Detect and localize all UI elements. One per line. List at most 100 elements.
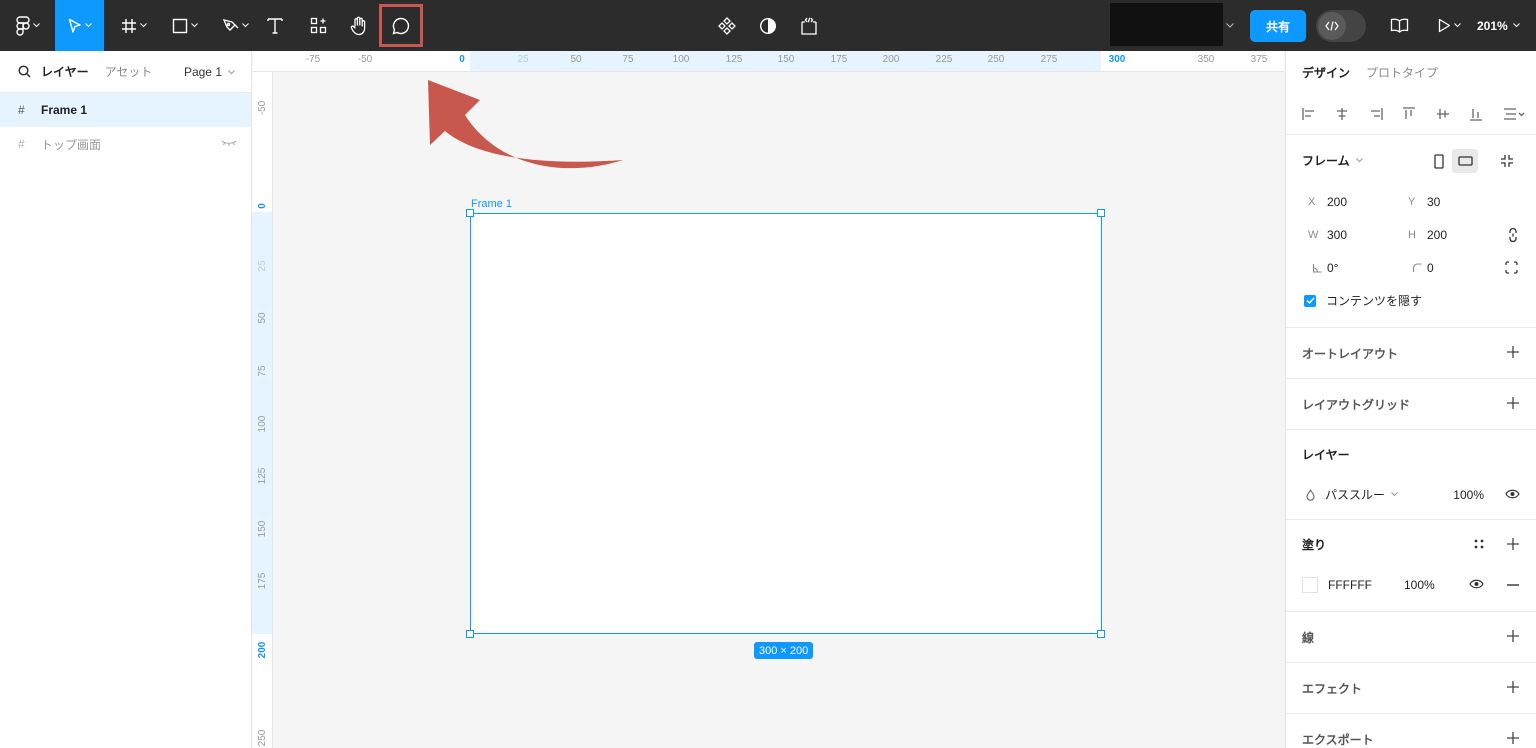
export-title: エクスポート: [1302, 732, 1374, 747]
tab-layers[interactable]: レイヤー: [41, 63, 89, 80]
w-input[interactable]: 300: [1327, 228, 1408, 242]
ruler-tick: 0: [257, 203, 268, 209]
align-horizontal-center-button[interactable]: [1335, 107, 1368, 121]
independent-corners-icon[interactable]: [1505, 261, 1518, 274]
align-left-button[interactable]: [1302, 107, 1335, 121]
eye-closed-icon[interactable]: [221, 139, 237, 147]
figma-menu-icon: [16, 15, 30, 36]
align-right-button[interactable]: [1369, 107, 1402, 121]
x-label: X: [1308, 195, 1316, 208]
toolbar: 共有 201%: [0, 0, 1536, 51]
frame-tool-button[interactable]: [114, 0, 154, 51]
play-icon: [1438, 18, 1450, 33]
library-button[interactable]: [1386, 0, 1412, 51]
ruler-tick: 200: [257, 641, 268, 659]
present-button[interactable]: [1432, 0, 1466, 51]
plus-icon[interactable]: [1506, 731, 1520, 745]
layer-item-frame-1[interactable]: # Frame 1: [0, 93, 251, 127]
stroke-section: 線: [1286, 612, 1536, 663]
hand-tool-icon: [350, 16, 366, 35]
tab-prototype[interactable]: プロトタイプ: [1366, 64, 1438, 81]
layer-item-top-screen[interactable]: # トップ画面: [0, 127, 251, 161]
dev-code-button[interactable]: [796, 0, 822, 51]
size-row: W 300 H 200: [1286, 218, 1536, 251]
portrait-icon: [1434, 153, 1444, 169]
share-button[interactable]: 共有: [1250, 10, 1306, 42]
w-label: W: [1308, 228, 1319, 241]
align-bottom-button[interactable]: [1469, 107, 1502, 121]
eye-icon[interactable]: [1505, 489, 1520, 499]
effects-section: エフェクト: [1286, 663, 1536, 714]
ruler-tick: 225: [935, 54, 953, 65]
plus-icon[interactable]: [1506, 345, 1520, 359]
create-component-button[interactable]: [714, 0, 740, 51]
y-input[interactable]: 30: [1427, 195, 1508, 209]
styles-grid-icon[interactable]: [1474, 539, 1484, 549]
tab-assets[interactable]: アセット: [105, 63, 153, 80]
pen-tool-button[interactable]: [215, 0, 255, 51]
checkmark-icon: [1305, 297, 1315, 304]
layer-label: Frame 1: [41, 103, 88, 117]
clip-content-checkbox[interactable]: [1304, 294, 1316, 307]
corner-radius-input[interactable]: 0: [1427, 261, 1508, 275]
frame-section-header: フレーム: [1286, 135, 1536, 185]
distribute-button[interactable]: [1503, 107, 1536, 121]
tab-design[interactable]: デザイン: [1302, 64, 1350, 81]
dimension-badge: 300 × 200: [754, 642, 814, 659]
plus-icon[interactable]: [1506, 629, 1520, 643]
landscape-icon: [1457, 156, 1473, 166]
align-top-button[interactable]: [1402, 106, 1435, 121]
frame-name-label[interactable]: Frame 1: [471, 198, 512, 210]
fill-hex-input[interactable]: FFFFFF: [1328, 578, 1372, 592]
resize-to-fit-button[interactable]: [1494, 149, 1520, 173]
main-menu-button[interactable]: [8, 0, 48, 51]
align-vertical-center-button[interactable]: [1436, 107, 1469, 121]
resources-button[interactable]: [305, 0, 331, 51]
mask-button[interactable]: [755, 0, 781, 51]
eye-icon[interactable]: [1469, 579, 1484, 589]
h-input[interactable]: 200: [1427, 228, 1508, 242]
fill-color-swatch[interactable]: [1302, 576, 1318, 593]
mask-contrast-icon: [759, 17, 777, 34]
minus-icon[interactable]: [1507, 584, 1519, 586]
hand-tool-button[interactable]: [346, 0, 372, 51]
resize-handle-bottom-right[interactable]: [1097, 630, 1105, 638]
file-menu-button[interactable]: [1223, 0, 1237, 51]
portrait-button[interactable]: [1426, 149, 1452, 173]
left-panel-tabs: レイヤー アセット Page 1: [0, 51, 251, 93]
page-selector[interactable]: Page 1: [184, 51, 235, 93]
clip-content-row[interactable]: コンテンツを隠す: [1286, 284, 1536, 317]
plus-icon[interactable]: [1506, 537, 1520, 551]
selected-frame[interactable]: [470, 213, 1102, 634]
search-icon[interactable]: [18, 65, 31, 78]
ruler-tick: 150: [777, 54, 795, 65]
auto-layout-title: オートレイアウト: [1302, 346, 1399, 361]
annotation-arrow: [428, 80, 623, 169]
move-tool-button[interactable]: [55, 0, 104, 51]
rotation-input[interactable]: 0°: [1327, 261, 1408, 275]
plus-icon[interactable]: [1506, 680, 1520, 694]
rotation-radius-row: 0° 0: [1286, 251, 1536, 284]
plus-icon[interactable]: [1506, 396, 1520, 410]
shape-tool-button[interactable]: [165, 0, 205, 51]
resize-handle-top-right[interactable]: [1097, 209, 1105, 217]
fill-opacity-input[interactable]: 100%: [1404, 578, 1435, 592]
layer-opacity-input[interactable]: 100%: [1453, 488, 1484, 502]
resize-handle-bottom-left[interactable]: [466, 630, 474, 638]
blend-mode-row: パススルー 100%: [1286, 478, 1536, 511]
dev-mode-toggle[interactable]: [1316, 10, 1366, 42]
page-label: Page 1: [183, 65, 222, 79]
file-name-box[interactable]: [1110, 3, 1223, 46]
resize-handle-top-left[interactable]: [466, 209, 474, 217]
landscape-button[interactable]: [1452, 149, 1478, 173]
ruler-tick: 50: [257, 312, 268, 324]
zoom-control[interactable]: 201%: [1477, 0, 1520, 51]
constrain-proportions-icon[interactable]: [1508, 228, 1518, 242]
ruler-tick: -50: [357, 54, 373, 65]
fill-section: 塗り FFFFFF 100%: [1286, 520, 1536, 612]
x-input[interactable]: 200: [1327, 195, 1408, 209]
ruler-tick: 275: [1040, 54, 1058, 65]
frame-section-title[interactable]: フレーム: [1302, 152, 1350, 169]
blend-mode-select[interactable]: パススルー: [1325, 486, 1385, 503]
text-tool-button[interactable]: [262, 0, 288, 51]
